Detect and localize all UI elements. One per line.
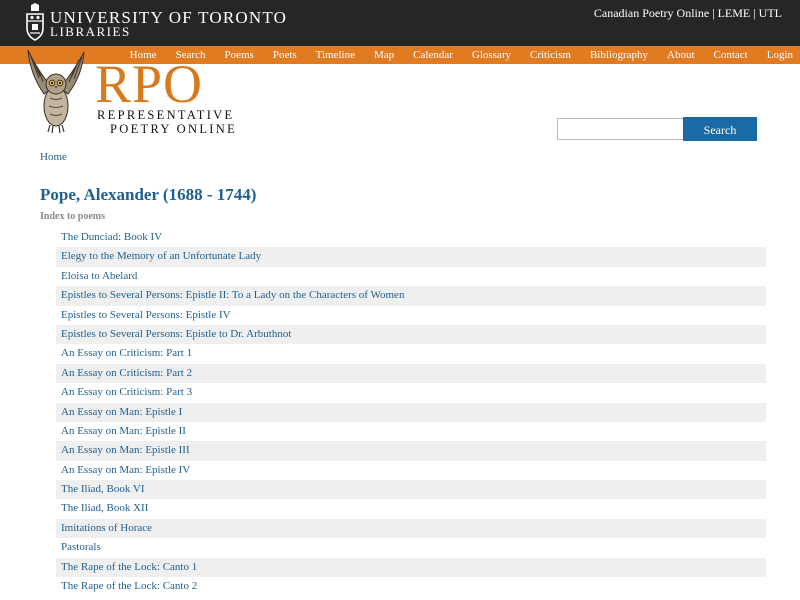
poem-link[interactable]: Elegy to the Memory of an Unfortunate La…: [56, 247, 766, 267]
top-bar: UNIVERSITY OF TORONTO LIBRARIES Canadian…: [0, 0, 800, 46]
nav-contact[interactable]: Contact: [714, 46, 748, 64]
nav-timeline[interactable]: Timeline: [316, 46, 355, 64]
poem-link[interactable]: Epistles to Several Persons: Epistle to …: [56, 324, 766, 345]
university-crest-icon: [26, 3, 44, 41]
page-title: Pope, Alexander (1688 - 1744): [40, 185, 257, 204]
poem-link[interactable]: The Rape of the Lock: Canto 1: [56, 557, 766, 578]
poem-link[interactable]: An Essay on Man: Epistle IV: [56, 461, 766, 480]
poem-link[interactable]: An Essay on Man: Epistle II: [56, 422, 766, 441]
nav-about[interactable]: About: [667, 46, 695, 64]
poem-link[interactable]: The Dunciad: Book IV: [56, 228, 766, 247]
poem-link[interactable]: An Essay on Criticism: Part 2: [56, 363, 766, 384]
owl-logo-icon[interactable]: [22, 48, 90, 136]
top-link-utl[interactable]: UTL: [759, 6, 782, 20]
top-link-canadian-poetry-online[interactable]: Canadian Poetry Online: [594, 6, 709, 20]
nav-glossary[interactable]: Glossary: [472, 46, 511, 64]
nav-login[interactable]: Login: [767, 46, 793, 64]
nav-calendar[interactable]: Calendar: [413, 46, 453, 64]
poem-link[interactable]: An Essay on Man: Epistle III: [56, 441, 766, 461]
poem-link[interactable]: Imitations of Horace: [56, 518, 766, 539]
search-button[interactable]: Search: [683, 117, 757, 141]
top-links: Canadian Poetry Online | LEME | UTL: [594, 6, 782, 21]
rpo-logo-subtitle-2: POETRY ONLINE: [110, 122, 238, 136]
poem-link[interactable]: An Essay on Criticism: Part 1: [56, 344, 766, 363]
breadcrumb-home[interactable]: Home: [40, 151, 67, 163]
nav-criticism[interactable]: Criticism: [530, 46, 571, 64]
poem-link[interactable]: An Essay on Man: Epistle I: [56, 402, 766, 422]
search-input[interactable]: [557, 118, 685, 140]
poem-link[interactable]: An Essay on Criticism: Part 3: [56, 383, 766, 402]
nav-poets[interactable]: Poets: [273, 46, 297, 64]
top-link-separator: |: [753, 6, 756, 20]
poem-link[interactable]: The Iliad, Book VI: [56, 480, 766, 500]
top-link-leme[interactable]: LEME: [718, 6, 751, 20]
poem-link[interactable]: Epistles to Several Persons: Epistle II:…: [56, 286, 766, 306]
nav-poems[interactable]: Poems: [224, 46, 253, 64]
poem-link[interactable]: Eloisa to Abelard: [56, 267, 766, 286]
nav-map[interactable]: Map: [374, 46, 394, 64]
top-link-separator: |: [712, 6, 715, 20]
poem-link[interactable]: The Iliad, Book XII: [56, 499, 766, 518]
rpo-logo-text[interactable]: RPO: [95, 56, 203, 112]
poem-link[interactable]: The Rape of the Lock: Canto 2: [56, 577, 766, 596]
index-label: Index to poems: [40, 211, 106, 222]
poem-link[interactable]: Pastorals: [56, 538, 766, 557]
main-nav: Home Search Poems Poets Timeline Map Cal…: [111, 46, 793, 64]
poem-list: The Dunciad: Book IV Elegy to the Memory…: [56, 228, 766, 596]
rpo-logo-subtitle: REPRESENTATIVE: [97, 108, 235, 122]
university-libraries[interactable]: LIBRARIES: [50, 25, 131, 39]
poem-link[interactable]: Epistles to Several Persons: Epistle IV: [56, 306, 766, 325]
nav-bibliography[interactable]: Bibliography: [590, 46, 648, 64]
